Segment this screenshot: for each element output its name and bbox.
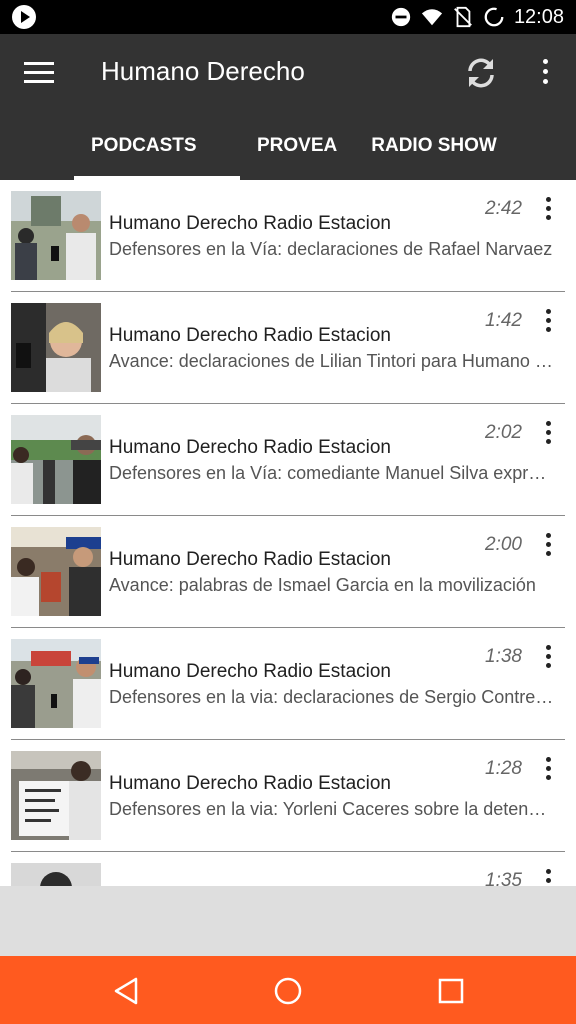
tab-provea[interactable]: PROVEA [240, 122, 354, 180]
do-not-disturb-icon [391, 7, 411, 27]
episode-list[interactable]: Humano Derecho Radio Estacion Defensores… [0, 180, 576, 886]
episode-thumbnail [11, 639, 101, 728]
episode-duration: 2:02 [485, 422, 522, 443]
app-bar: Humano Derecho PODCASTS HD PROVEA RADIO … [0, 34, 576, 204]
no-sim-icon [454, 6, 472, 28]
more-vert-icon[interactable] [543, 757, 553, 783]
back-icon[interactable] [112, 976, 142, 1006]
more-vert-icon[interactable] [543, 197, 553, 223]
menu-icon[interactable] [24, 62, 54, 86]
episode-thumbnail [11, 415, 101, 504]
episode-thumbnail [11, 863, 101, 886]
episode-thumbnail [11, 303, 101, 392]
home-icon[interactable] [273, 976, 303, 1006]
list-item[interactable]: Humano Derecho Radio Estacion Defensores… [11, 740, 565, 852]
episode-description: Avance: palabras de Ismael Garcia en la … [109, 575, 536, 595]
episode-title: Humano Derecho Radio Estacion [109, 661, 391, 682]
episode-thumbnail [11, 527, 101, 616]
list-item[interactable]: 1:35 [11, 852, 565, 886]
episode-duration: 2:42 [485, 198, 522, 219]
episode-duration: 1:42 [485, 310, 522, 331]
refresh-icon[interactable] [462, 54, 500, 92]
episode-duration: 1:35 [485, 870, 522, 886]
navigation-bar [0, 956, 576, 1024]
episode-description: Avance: declaraciones de Lilian Tintori … [109, 351, 554, 371]
status-bar: 12:08 [0, 0, 576, 34]
more-vert-icon[interactable] [543, 421, 553, 447]
episode-description: Defensores en la via: Yorleni Caceres so… [109, 799, 554, 819]
episode-title: Humano Derecho Radio Estacion [109, 549, 391, 570]
episode-title: Humano Derecho Radio Estacion [109, 325, 391, 346]
more-vert-icon[interactable] [543, 645, 553, 671]
bottom-spacer [0, 886, 576, 956]
episode-thumbnail [11, 191, 101, 280]
clock: 12:08 [513, 5, 564, 28]
more-vert-icon[interactable] [540, 59, 550, 89]
more-vert-icon[interactable] [543, 533, 553, 559]
status-icons: 12:08 [390, 0, 564, 34]
app-title: Humano Derecho [101, 56, 305, 86]
episode-title: Humano Derecho Radio Estacion [109, 437, 391, 458]
list-item[interactable]: Humano Derecho Radio Estacion Defensores… [11, 628, 565, 740]
list-item[interactable]: Humano Derecho Radio Estacion Avance: de… [11, 292, 565, 404]
list-item[interactable]: Humano Derecho Radio Estacion Defensores… [11, 404, 565, 516]
episode-description: Defensores en la via: declaraciones de S… [109, 687, 554, 707]
episode-duration: 1:38 [485, 646, 522, 667]
episode-duration: 1:28 [485, 758, 522, 779]
list-item[interactable]: Humano Derecho Radio Estacion Avance: pa… [11, 516, 565, 628]
episode-duration: 2:00 [485, 534, 522, 555]
episode-title: Humano Derecho Radio Estacion [109, 213, 391, 234]
tab-podcasts-hd[interactable]: PODCASTS HD [74, 122, 240, 204]
battery-charging-icon [484, 7, 504, 27]
more-vert-icon[interactable] [543, 869, 553, 886]
list-item[interactable]: Humano Derecho Radio Estacion Defensores… [11, 180, 565, 292]
episode-description: Defensores en la Vía: comediante Manuel … [109, 463, 554, 483]
more-vert-icon[interactable] [543, 309, 553, 335]
wifi-icon [421, 9, 443, 26]
play-icon [12, 5, 36, 29]
tab-radio-show[interactable]: RADIO SHOW [354, 122, 514, 180]
tab-bar: PODCASTS HD PROVEA RADIO SHOW [74, 122, 514, 204]
recents-icon[interactable] [436, 976, 466, 1006]
episode-description: Defensores en la Vía: declaraciones de R… [109, 239, 553, 259]
episode-thumbnail [11, 751, 101, 840]
episode-title: Humano Derecho Radio Estacion [109, 773, 391, 794]
